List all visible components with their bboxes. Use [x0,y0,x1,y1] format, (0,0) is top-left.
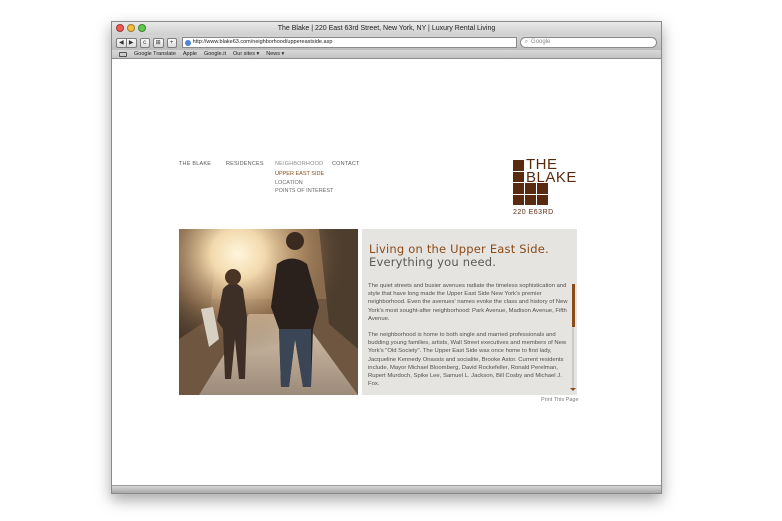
logo-word-blake: BLAKE [526,169,577,186]
address-bar[interactable]: http://www.blake63.com/neighborhood/uppe… [181,37,517,48]
bookmark-item[interactable]: Our sites ▾ [233,51,259,57]
title-bar: The Blake | 220 East 63rd Street, New Yo… [112,22,661,35]
panel-paragraph: The neighborhood is home to both single … [368,332,567,388]
back-button[interactable]: ◀ [116,37,127,48]
subnav-location[interactable]: LOCATION [275,179,333,188]
bookmark-item[interactable]: Google Translate [134,51,176,57]
status-bar [112,485,661,493]
panel-body: The quiet streets and busier avenues rad… [368,282,568,396]
panel-subheading: Everything you need. [369,255,497,269]
browser-window: The Blake | 220 East 63rd Street, New Yo… [111,21,662,494]
bookmarks-bar: Google Translate Apple Google.it Our sit… [112,50,661,59]
page-content: THE BLAKE RESIDENCES NEIGHBORHOOD CONTAC… [112,59,661,484]
window-title: The Blake | 220 East 63rd Street, New Yo… [277,25,496,32]
subnav-points-of-interest[interactable]: POINTS OF INTEREST [275,187,333,196]
globe-icon [184,39,191,46]
subnav: UPPER EAST SIDE LOCATION POINTS OF INTER… [275,170,333,196]
search-field[interactable]: ⌕ Google [519,37,657,48]
panel-heading: Living on the Upper East Side. [369,242,549,256]
search-icon: ⌕ [524,39,529,45]
minimize-icon[interactable] [127,24,135,32]
bookmark-item[interactable]: Apple [183,51,197,57]
blake-logo[interactable]: THE BLAKE 220 E63RD [513,157,583,220]
logo-address: 220 E63RD [513,209,554,216]
scrollbar-thumb[interactable] [571,284,575,327]
bookmark-item[interactable]: News ▾ [266,51,284,57]
scroll-down-icon[interactable] [570,388,576,391]
nav-residences[interactable]: RESIDENCES [226,161,264,167]
nav-contact[interactable]: CONTACT [332,161,360,167]
bookmark-item[interactable]: Google.it [204,51,226,57]
url-text: http://www.blake63.com/neighborhood/uppe… [192,39,333,45]
info-panel: Living on the Upper East Side. Everythin… [362,229,577,395]
reload-button[interactable]: c [139,37,150,48]
photo-image [179,229,358,395]
subnav-upper-east-side[interactable]: UPPER EAST SIDE [275,170,333,179]
window-controls [116,24,146,32]
couple-walking-photo [179,229,358,395]
toolbar: ◀ ▶ c ⊞ + http://www.blake63.com/neighbo… [112,35,661,50]
close-icon[interactable] [116,24,124,32]
nav-buttons: ◀ ▶ [116,37,137,48]
print-page-link[interactable]: Print This Page [541,397,579,403]
search-placeholder: Google [531,39,551,45]
nav-neighborhood[interactable]: NEIGHBORHOOD [275,161,323,167]
forward-button[interactable]: ▶ [126,37,137,48]
panel-paragraph: The quiet streets and busier avenues rad… [368,283,568,322]
nav-the-blake[interactable]: THE BLAKE [179,161,211,167]
bookmark-button[interactable]: ⊞ [152,37,164,48]
book-icon[interactable] [119,51,127,57]
add-bookmark-button[interactable]: + [166,37,177,48]
zoom-icon[interactable] [138,24,146,32]
